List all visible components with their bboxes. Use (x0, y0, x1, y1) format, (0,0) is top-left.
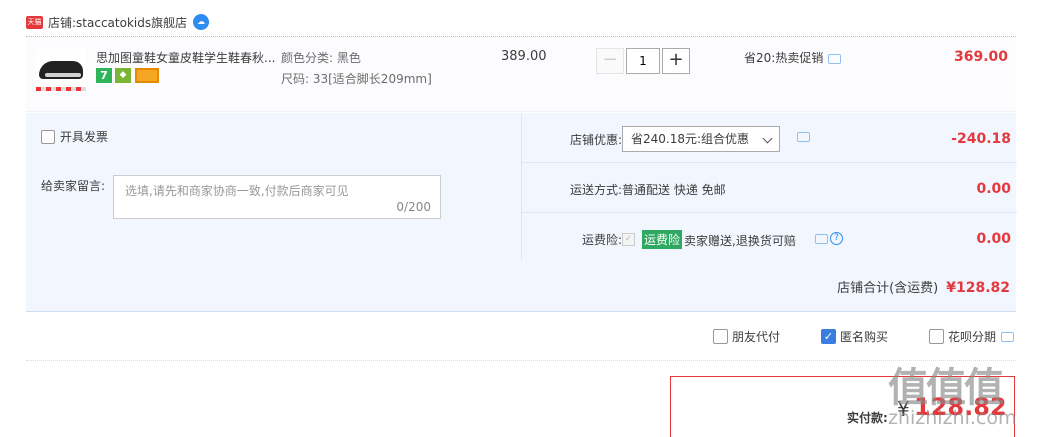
help-icon[interactable]: ? (830, 232, 843, 245)
quantity-plus-button[interactable]: + (662, 48, 690, 74)
promotion-label: 省20:热卖促销 (744, 51, 824, 65)
invoice-label: 开具发票 (60, 130, 109, 144)
seven-day-return-icon[interactable]: 7 (96, 68, 112, 83)
chat-icon[interactable] (1001, 331, 1015, 342)
shop-label: 店铺: (48, 15, 77, 30)
shipping-row: 运送方式: 普通配送 快递 免邮 0.00 (522, 163, 1017, 213)
anonymous-checkbox[interactable]: ✓ (821, 329, 836, 344)
order-summary-panel: 开具发票 给卖家留言: 选填,请先和商家协商一致,付款后商家可见 0/200 店… (26, 113, 1017, 312)
chevron-down-icon (762, 133, 773, 144)
discount-selected: 省240.18元:组合优惠 (631, 132, 750, 146)
shop-name-link[interactable]: staccatokids旗舰店 (76, 14, 187, 31)
payment-label: 实付款: (847, 411, 888, 425)
promotion-text: 省20:热卖促销 (744, 49, 842, 66)
wangwang-chat-icon[interactable]: ☁ (193, 14, 210, 30)
friend-pay-checkbox[interactable] (713, 329, 728, 344)
shipping-value: 0.00 (976, 181, 1011, 197)
shop-discount-value: -240.18 (951, 131, 1011, 147)
tmall-icon: 天猫 (26, 15, 43, 29)
shop-discount-row: 店铺优惠: 省240.18元:组合优惠 -240.18 (522, 113, 1017, 163)
unit-price: 389.00 (501, 49, 547, 64)
insurance-row: 运费险: ✓ 运费险 卖家赠送,退换货可赔 ? 0.00 (522, 213, 1017, 261)
installment-option[interactable]: 花呗分期 (929, 328, 1015, 345)
shop-header: 天猫 店铺: staccatokids旗舰店 ☁ (26, 12, 210, 32)
product-size: 尺码: 33[适合脚长209mm] (281, 72, 432, 86)
payment-box: 实付款: ¥ 128.82 (670, 376, 1015, 437)
insurance-text: 卖家赠送,退换货可赔 (684, 234, 796, 248)
product-color: 颜色分类: 黑色 (281, 51, 361, 65)
chat-icon[interactable] (815, 234, 828, 244)
discount-select[interactable]: 省240.18元:组合优惠 (622, 126, 780, 152)
quantity-minus-button[interactable]: − (596, 48, 624, 74)
product-thumbnail[interactable] (36, 49, 86, 91)
shop-total-label: 店铺合计(含运费) (837, 281, 939, 296)
product-title-link[interactable]: 思加图童鞋女童皮鞋学生鞋春秋... (96, 49, 276, 66)
cart-item-row: 思加图童鞋女童皮鞋学生鞋春秋... 7 ◆ 颜色分类: 黑色 尺码: 33[适合… (26, 36, 1016, 112)
seller-message-placeholder: 选填,请先和商家协商一致,付款后商家可见 (125, 184, 349, 198)
invoice-checkbox[interactable] (41, 129, 55, 144)
payment-value: 128.82 (914, 393, 1007, 421)
anonymous-label: 匿名购买 (840, 330, 889, 344)
service-badges: 7 ◆ (96, 68, 159, 83)
shop-total-value: ¥128.82 (946, 280, 1010, 296)
anonymous-option[interactable]: ✓ 匿名购买 (821, 328, 888, 345)
installment-label: 花呗分期 (948, 330, 997, 344)
chat-icon[interactable] (828, 53, 842, 64)
credit-card-icon[interactable] (135, 68, 159, 83)
guarantee-shield-icon[interactable]: ◆ (115, 68, 131, 83)
shop-total: 店铺合计(含运费) ¥128.82 (837, 277, 1010, 296)
thumbnail-strip (36, 87, 86, 91)
divider (26, 360, 1016, 361)
chat-icon[interactable] (797, 132, 810, 142)
insurance-checkbox[interactable]: ✓ (622, 233, 635, 246)
shipping-label: 运送方式: (569, 183, 622, 197)
insurance-label: 运费险: (581, 233, 622, 247)
quantity-input[interactable] (626, 48, 660, 74)
shipping-method: 普通配送 快递 免邮 (622, 183, 726, 197)
friend-pay-label: 朋友代付 (732, 330, 781, 344)
item-total-price: 369.00 (953, 49, 1008, 65)
seller-message-input[interactable]: 选填,请先和商家协商一致,付款后商家可见 0/200 (113, 175, 441, 219)
friend-pay-option[interactable]: 朋友代付 (713, 328, 780, 345)
seller-message-label: 给卖家留言: (41, 179, 106, 193)
message-char-count: 0/200 (396, 200, 431, 214)
currency-symbol: ¥ (897, 397, 910, 421)
invoice-option[interactable]: 开具发票 (41, 128, 108, 145)
installment-checkbox[interactable] (929, 329, 944, 344)
shop-discount-label: 店铺优惠: (569, 133, 622, 147)
insurance-value: 0.00 (976, 231, 1011, 247)
shoe-image (39, 61, 83, 79)
insurance-badge: 运费险 (642, 230, 683, 249)
order-details-panel: 店铺优惠: 省240.18元:组合优惠 -240.18 运送方式: 普通配送 快… (521, 113, 1017, 261)
